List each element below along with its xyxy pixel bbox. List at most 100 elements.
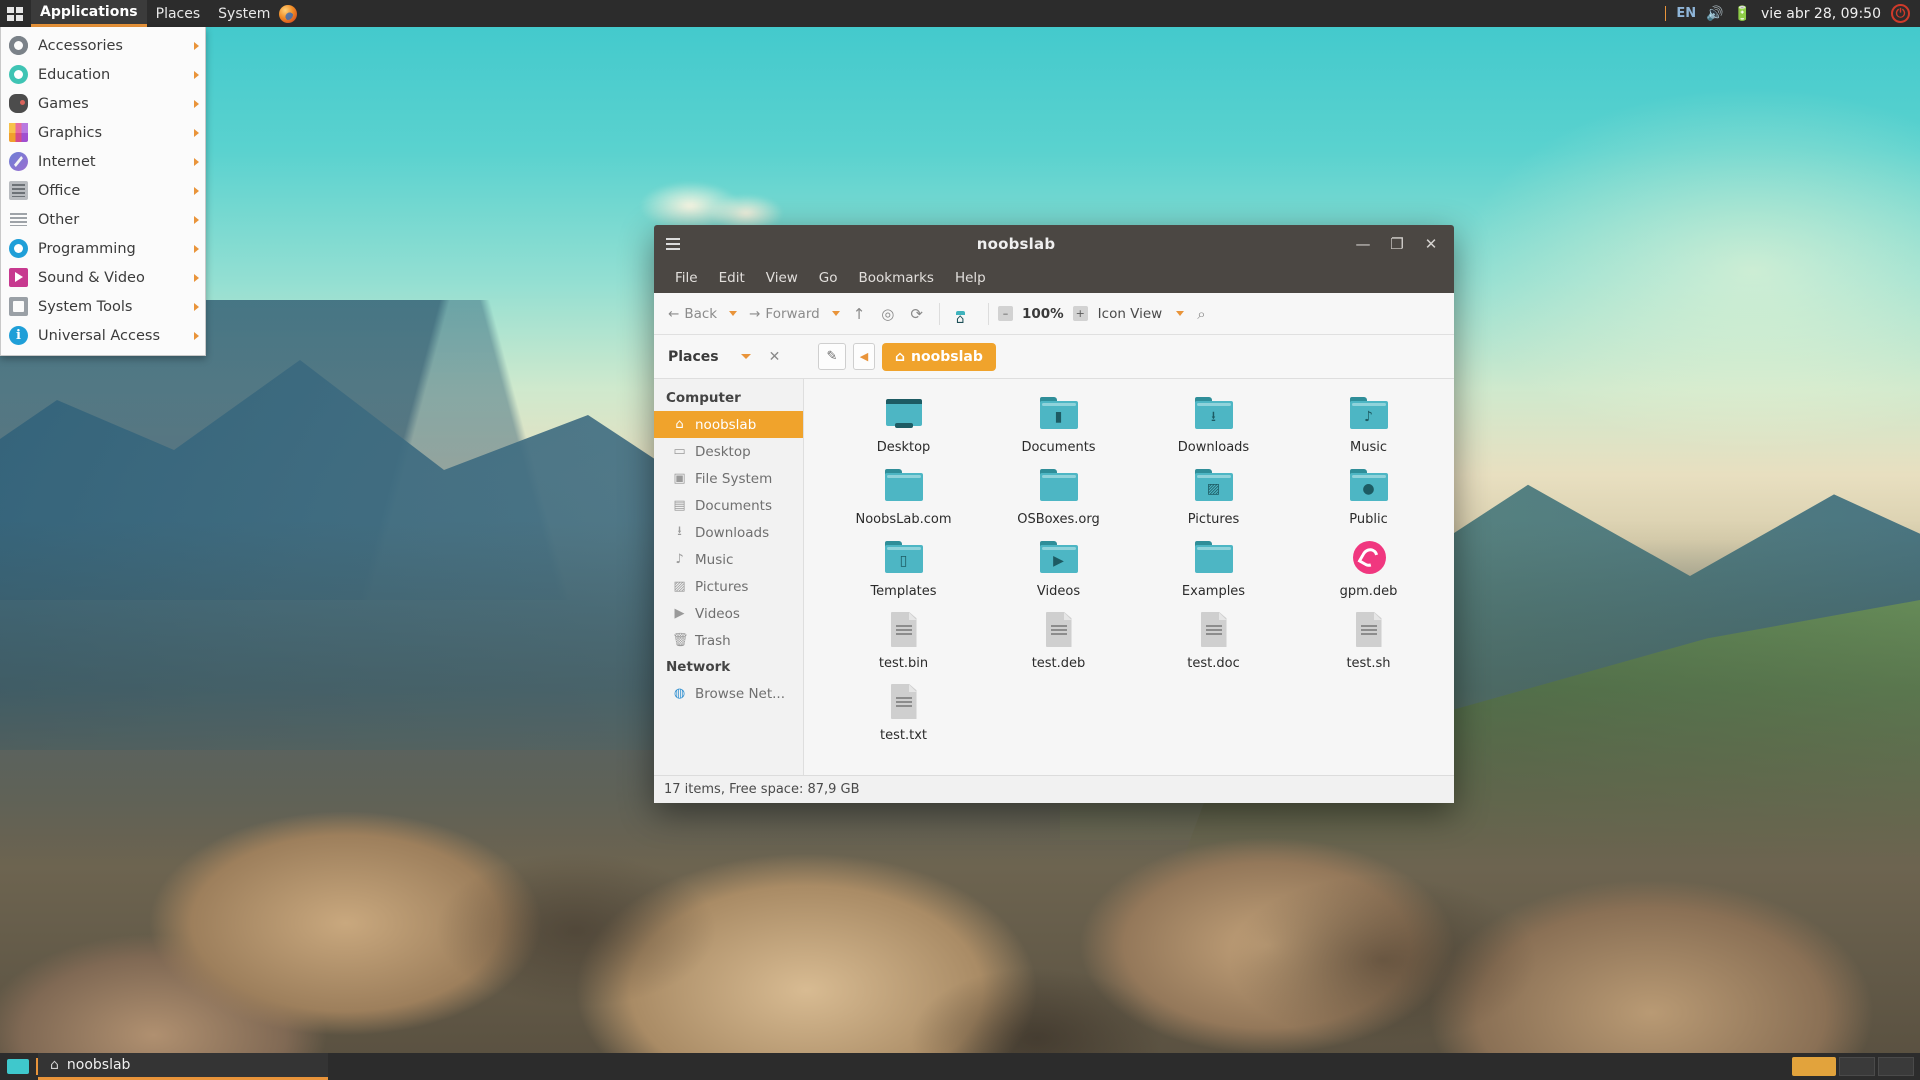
- firefox-icon[interactable]: [279, 4, 298, 23]
- back-history-dropdown-icon[interactable]: [729, 311, 738, 316]
- window-title: noobslab: [976, 235, 1056, 253]
- apps-menu-item-internet[interactable]: Internet: [1, 147, 205, 176]
- search-icon[interactable]: ⌕: [1190, 301, 1212, 327]
- file-item-pictures[interactable]: ▨ Pictures: [1136, 465, 1291, 527]
- device-icon[interactable]: [965, 310, 979, 318]
- back-button[interactable]: ← Back: [662, 302, 723, 326]
- file-item-examples[interactable]: Examples: [1136, 537, 1291, 599]
- reload-icon[interactable]: ⟳: [903, 301, 930, 327]
- apps-menu-item-universal-access[interactable]: i Universal Access: [1, 321, 205, 350]
- menu-view[interactable]: View: [757, 267, 807, 289]
- arrow-left-icon: ←: [668, 305, 680, 322]
- zoom-out-button[interactable]: –: [997, 306, 1013, 321]
- sidebar-item-browse-network[interactable]: ◍ Browse Net...: [654, 680, 803, 707]
- menu-system[interactable]: System: [209, 0, 279, 27]
- apps-menu-item-programming[interactable]: Programming: [1, 234, 205, 263]
- sidebar-item-videos[interactable]: ▶ Videos: [654, 600, 803, 627]
- sidebar-item-desktop[interactable]: ▭ Desktop: [654, 438, 803, 465]
- file-item-downloads[interactable]: ⭳ Downloads: [1136, 393, 1291, 455]
- breadcrumb-scroll-left-icon[interactable]: ◀: [853, 343, 875, 370]
- close-button[interactable]: ✕: [1414, 225, 1448, 263]
- apps-menu-item-label: Games: [38, 95, 89, 112]
- file-item-videos[interactable]: ▶ Videos: [981, 537, 1136, 599]
- file-item-desktop[interactable]: Desktop: [826, 393, 981, 455]
- file-item-test-doc[interactable]: test.doc: [1136, 609, 1291, 671]
- apps-menu-item-label: Internet: [38, 153, 96, 170]
- file-item-test-txt[interactable]: test.txt: [826, 681, 981, 743]
- apps-menu-item-accessories[interactable]: Accessories: [1, 31, 205, 60]
- menu-applications[interactable]: Applications: [31, 0, 147, 27]
- apps-menu-item-graphics[interactable]: Graphics: [1, 118, 205, 147]
- menu-places[interactable]: Places: [147, 0, 210, 27]
- arrow-up-icon[interactable]: ↑: [846, 301, 873, 327]
- document-icon: ▤: [673, 498, 686, 513]
- close-icon[interactable]: ✕: [769, 349, 781, 365]
- battery-icon[interactable]: 🔋: [1734, 6, 1751, 22]
- file-item-templates[interactable]: ▯ Templates: [826, 537, 981, 599]
- file-item-music[interactable]: ♪ Music: [1291, 393, 1446, 455]
- workspace-cell[interactable]: [1839, 1057, 1875, 1076]
- forward-button[interactable]: → Forward: [743, 302, 826, 326]
- apps-menu-item-office[interactable]: Office: [1, 176, 205, 205]
- file-item-documents[interactable]: ▮ Documents: [981, 393, 1136, 455]
- file-item-osboxes-org[interactable]: OSBoxes.org: [981, 465, 1136, 527]
- places-dropdown-icon[interactable]: [740, 354, 751, 359]
- sidebar-item-pictures[interactable]: ▨ Pictures: [654, 573, 803, 600]
- file-item-gpm-deb[interactable]: gpm.deb: [1291, 537, 1446, 599]
- sidebar-item-documents[interactable]: ▤ Documents: [654, 492, 803, 519]
- file-item-test-bin[interactable]: test.bin: [826, 609, 981, 671]
- sidebar-item-music[interactable]: ♪ Music: [654, 546, 803, 573]
- hamburger-menu-icon[interactable]: [660, 238, 686, 250]
- apps-menu-item-system-tools[interactable]: System Tools: [1, 292, 205, 321]
- language-indicator[interactable]: EN: [1676, 6, 1696, 21]
- breadcrumb: ✎ ◀ ⌂ noobslab: [804, 342, 1454, 371]
- gamepad-icon: [9, 94, 28, 113]
- breadcrumb-item-noobslab[interactable]: ⌂ noobslab: [882, 342, 996, 371]
- folder-icon: ▮: [1038, 393, 1080, 435]
- taskbar-item-noobslab[interactable]: ⌂ noobslab: [38, 1053, 328, 1080]
- window-titlebar[interactable]: noobslab — ❐ ✕: [654, 225, 1454, 263]
- chevron-right-icon: [194, 215, 199, 224]
- apps-menu-item-other[interactable]: Other: [1, 205, 205, 234]
- maximize-button[interactable]: ❐: [1380, 225, 1414, 263]
- minimize-button[interactable]: —: [1346, 225, 1380, 263]
- chevron-right-icon: [194, 186, 199, 195]
- sidebar: Computer ⌂ noobslab ▭ Desktop ▣ File Sys…: [654, 379, 804, 775]
- home-folder-icon[interactable]: [949, 310, 963, 318]
- sidebar-item-trash[interactable]: 🗑 Trash: [654, 627, 803, 654]
- show-desktop-icon[interactable]: [0, 1059, 36, 1074]
- chevron-right-icon: [194, 41, 199, 50]
- apps-menu-item-games[interactable]: Games: [1, 89, 205, 118]
- pencil-icon[interactable]: ✎: [818, 343, 846, 370]
- file-item-public[interactable]: ● Public: [1291, 465, 1446, 527]
- file-list-view[interactable]: Desktop ▮ Documents ⭳ Downloads ♪ Music …: [804, 379, 1454, 775]
- target-icon[interactable]: ◎: [874, 301, 901, 327]
- gear-icon: [9, 36, 28, 55]
- workspace-cell[interactable]: [1878, 1057, 1914, 1076]
- menu-go[interactable]: Go: [810, 267, 847, 289]
- clock[interactable]: vie abr 28, 09:50: [1761, 6, 1881, 22]
- file-item-noobslab-com[interactable]: NoobsLab.com: [826, 465, 981, 527]
- apps-menu-item-sound-video[interactable]: Sound & Video: [1, 263, 205, 292]
- power-icon[interactable]: ⏻: [1891, 4, 1910, 23]
- volume-icon[interactable]: 🔊: [1706, 6, 1723, 22]
- sidebar-item-file-system[interactable]: ▣ File System: [654, 465, 803, 492]
- view-mode-label: Icon View: [1097, 305, 1163, 322]
- document-icon: [1038, 609, 1080, 651]
- menu-help[interactable]: Help: [946, 267, 995, 289]
- workspace-active[interactable]: [1792, 1057, 1836, 1076]
- sidebar-item-downloads[interactable]: ⭳ Downloads: [654, 519, 803, 546]
- file-item-test-deb[interactable]: test.deb: [981, 609, 1136, 671]
- sidebar-item-noobslab[interactable]: ⌂ noobslab: [654, 411, 803, 438]
- apps-grid-icon[interactable]: [7, 6, 24, 21]
- trash-icon: 🗑: [672, 633, 689, 648]
- menu-edit[interactable]: Edit: [710, 267, 754, 289]
- file-item-test-sh[interactable]: test.sh: [1291, 609, 1446, 671]
- menu-file[interactable]: File: [666, 267, 707, 289]
- apps-menu-item-education[interactable]: Education: [1, 60, 205, 89]
- menu-bookmarks[interactable]: Bookmarks: [850, 267, 943, 289]
- forward-history-dropdown-icon[interactable]: [831, 311, 840, 316]
- zoom-in-button[interactable]: +: [1072, 306, 1088, 321]
- view-mode-dropdown-icon[interactable]: [1176, 311, 1185, 316]
- compass-icon: [9, 152, 28, 171]
